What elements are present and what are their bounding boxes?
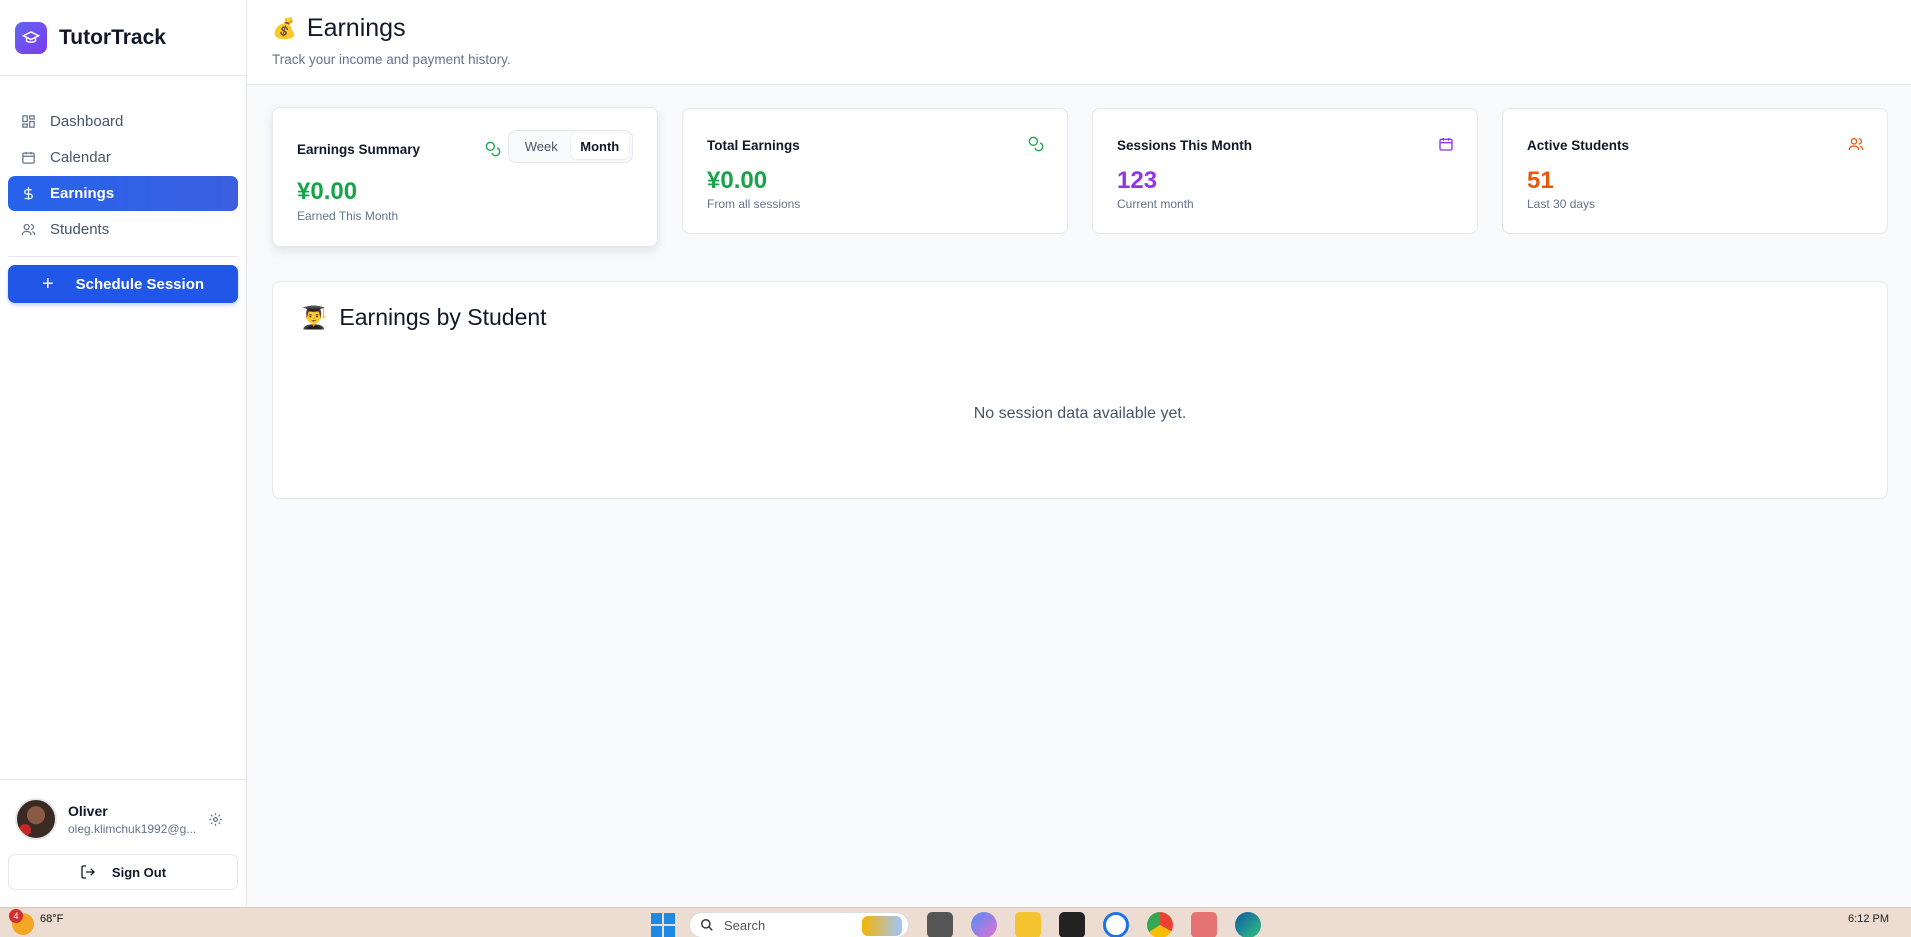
total-earnings-caption: From all sessions <box>707 197 801 211</box>
edge-icon[interactable] <box>1235 912 1261 937</box>
taskbar-clock[interactable]: 6:12 PM <box>1848 913 1889 925</box>
log-out-icon <box>80 864 96 880</box>
sign-out-button[interactable]: Sign Out <box>8 854 238 890</box>
earnings-summary-card: Earnings Summary Week Month ¥0.00 Earned… <box>272 107 658 247</box>
sidebar-item-students[interactable]: Students <box>8 212 238 247</box>
sidebar-item-calendar[interactable]: Calendar <box>8 140 238 175</box>
section-title: 👨‍🎓 Earnings by Student <box>300 304 547 331</box>
os-taskbar: 4 68°F Search 6:12 PM <box>0 907 1911 937</box>
search-highlight-icon <box>862 916 902 936</box>
calendar-icon <box>20 150 36 166</box>
task-view-icon[interactable] <box>927 912 953 937</box>
user-profile[interactable]: Oliver oleg.klimchuk1992@g... <box>8 798 238 840</box>
sidebar-nav: Dashboard Calendar Earnings Students <box>0 76 246 247</box>
money-bag-icon: 💰 <box>272 18 297 40</box>
sidebar-item-label: Students <box>50 221 110 238</box>
month-toggle-button[interactable]: Month <box>570 134 629 159</box>
chrome-icon[interactable] <box>1147 912 1173 937</box>
dollar-icon <box>20 186 36 202</box>
page-title: 💰 Earnings <box>272 14 1911 43</box>
search-icon <box>700 918 714 932</box>
page-title-text: Earnings <box>306 14 406 42</box>
brand[interactable]: TutorTrack <box>0 0 246 76</box>
graduation-cap-icon <box>15 21 47 54</box>
active-students-value: 51 <box>1527 167 1554 194</box>
sign-out-label: Sign Out <box>111 864 167 880</box>
user-email: oleg.klimchuk1992@g... <box>68 821 197 836</box>
windows-start-icon[interactable] <box>651 913 675 937</box>
period-toggle: Week Month <box>508 130 633 163</box>
active-students-caption: Last 30 days <box>1527 197 1596 211</box>
coins-icon <box>485 141 501 157</box>
total-earnings-value: ¥0.00 <box>707 167 768 194</box>
earnings-caption: Earned This Month <box>297 209 399 223</box>
coins-icon <box>1028 136 1044 152</box>
sidebar-item-label: Calendar <box>50 149 111 166</box>
empty-state-message: No session data available yet. <box>973 405 1187 422</box>
card-title: Active Students <box>1527 138 1630 153</box>
section-title-text: Earnings by Student <box>339 304 547 330</box>
users-icon <box>20 222 36 238</box>
user-panel: Oliver oleg.klimchuk1992@g... Sign Out <box>0 779 246 907</box>
calendar-icon <box>1438 136 1454 152</box>
card-title: Sessions This Month <box>1117 138 1253 153</box>
card-title: Earnings Summary <box>297 142 421 157</box>
notification-badge: 4 <box>9 909 23 923</box>
sessions-this-month-card: Sessions This Month 123 Current month <box>1092 108 1478 234</box>
app-icon[interactable] <box>1059 912 1085 937</box>
sidebar-item-dashboard[interactable]: Dashboard <box>8 104 238 139</box>
schedule-session-label: Schedule Session <box>75 275 205 293</box>
user-name: Oliver <box>68 802 108 819</box>
plus-icon: + <box>41 273 54 295</box>
weather-widget[interactable]: 4 68°F <box>9 909 64 935</box>
sidebar: TutorTrack Dashboard Calendar Earnings S… <box>0 0 247 907</box>
earnings-value: ¥0.00 <box>297 178 358 205</box>
schedule-session-button[interactable]: + Schedule Session <box>8 265 238 303</box>
sidebar-item-earnings[interactable]: Earnings <box>8 176 238 211</box>
copilot-icon[interactable] <box>971 912 997 937</box>
student-icon: 👨‍🎓 <box>300 304 328 330</box>
sidebar-item-label: Dashboard <box>50 113 124 130</box>
earnings-by-student-panel: 👨‍🎓 Earnings by Student No session data … <box>272 281 1888 499</box>
sidebar-item-label: Earnings <box>50 185 115 202</box>
sessions-caption: Current month <box>1117 197 1194 211</box>
app-icon[interactable] <box>1103 912 1129 937</box>
page-subtitle: Track your income and payment history. <box>272 52 511 67</box>
taskbar-search[interactable]: Search <box>689 912 909 937</box>
user-info: Oliver oleg.klimchuk1992@g... <box>68 803 200 836</box>
total-earnings-card: Total Earnings ¥0.00 From all sessions <box>682 108 1068 234</box>
users-icon <box>1848 136 1864 152</box>
gear-icon[interactable] <box>206 810 224 828</box>
weather-icon: 4 <box>9 909 34 935</box>
telegram-icon[interactable] <box>1191 912 1217 937</box>
file-explorer-icon[interactable] <box>1015 912 1041 937</box>
brand-name: TutorTrack <box>59 25 166 49</box>
search-placeholder: Search <box>724 917 766 933</box>
divider <box>8 256 238 257</box>
active-students-card: Active Students 51 Last 30 days <box>1502 108 1888 234</box>
week-toggle-button[interactable]: Week <box>512 134 571 159</box>
taskbar-center: Search <box>651 912 1261 937</box>
grid-icon <box>20 114 36 130</box>
avatar <box>15 798 57 840</box>
card-title: Total Earnings <box>707 138 800 153</box>
page-header: 💰 Earnings Track your income and payment… <box>247 0 1911 85</box>
sessions-value: 123 <box>1117 167 1158 194</box>
weather-temp: 68°F <box>40 913 64 925</box>
